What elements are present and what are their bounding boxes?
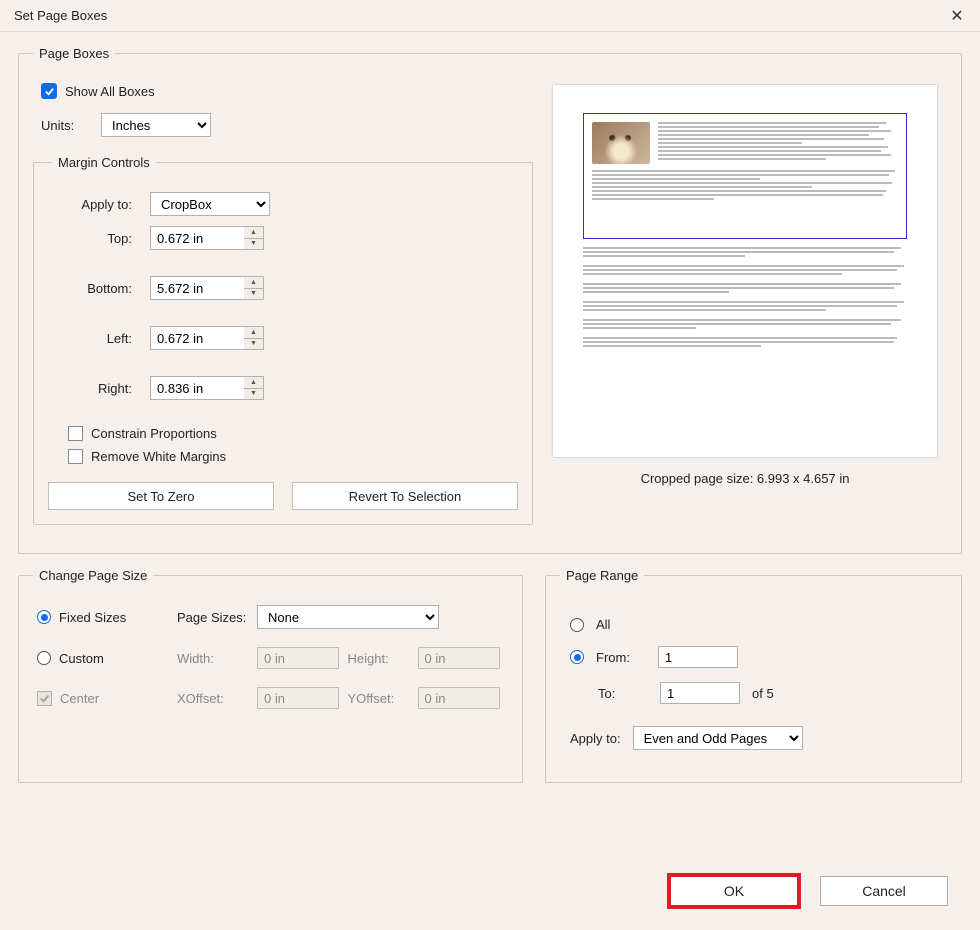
- left-spin-up[interactable]: ▲: [244, 326, 264, 338]
- revert-button[interactable]: Revert To Selection: [292, 482, 518, 510]
- apply-to-label-range: Apply to:: [570, 731, 621, 746]
- center-label: Center: [60, 691, 99, 706]
- page-boxes-legend: Page Boxes: [33, 46, 115, 61]
- page-preview: Cropped page size: 6.993 x 4.657 in: [553, 85, 937, 486]
- preview-image: [592, 122, 650, 164]
- bottom-spin-up[interactable]: ▲: [244, 276, 264, 288]
- apply-to-range-select[interactable]: Even and Odd Pages: [633, 726, 803, 750]
- margin-controls-group: Margin Controls Apply to: CropBox Top: ▲: [33, 155, 533, 525]
- constrain-checkbox[interactable]: [68, 426, 83, 441]
- fixed-sizes-label: Fixed Sizes: [59, 610, 126, 625]
- xoffset-label: XOffset:: [177, 691, 257, 706]
- left-label: Left:: [56, 331, 140, 346]
- close-icon: ✕: [950, 6, 963, 26]
- right-spin-up[interactable]: ▲: [244, 376, 264, 388]
- change-size-legend: Change Page Size: [33, 568, 153, 583]
- show-all-boxes-label: Show All Boxes: [65, 84, 155, 99]
- to-label: To:: [598, 686, 648, 701]
- page-sizes-label: Page Sizes:: [177, 610, 257, 625]
- all-label: All: [596, 617, 610, 632]
- center-checkbox: [37, 691, 52, 706]
- remove-white-label: Remove White Margins: [91, 449, 226, 464]
- height-label: Height:: [348, 651, 418, 666]
- width-label: Width:: [177, 651, 257, 666]
- all-radio[interactable]: [570, 618, 584, 632]
- show-all-boxes-checkbox[interactable]: [41, 83, 57, 99]
- apply-to-select[interactable]: CropBox: [150, 192, 270, 216]
- from-radio[interactable]: [570, 650, 584, 664]
- change-page-size-group: Change Page Size Fixed Sizes Page Sizes:…: [18, 568, 523, 783]
- height-input: [418, 647, 500, 669]
- of-label: of 5: [752, 686, 774, 701]
- from-label: From:: [596, 650, 646, 665]
- left-spin-down[interactable]: ▼: [244, 338, 264, 351]
- units-label: Units:: [41, 118, 87, 133]
- check-icon: [39, 693, 50, 704]
- apply-to-label: Apply to:: [56, 197, 140, 212]
- ok-button[interactable]: OK: [670, 876, 798, 906]
- constrain-label: Constrain Proportions: [91, 426, 217, 441]
- to-input[interactable]: [660, 682, 740, 704]
- check-icon: [44, 86, 55, 97]
- custom-label: Custom: [59, 651, 104, 666]
- top-spin-up[interactable]: ▲: [244, 226, 264, 238]
- page-range-legend: Page Range: [560, 568, 644, 583]
- page-preview-page: [553, 85, 937, 457]
- xoffset-input: [257, 687, 339, 709]
- set-to-zero-button[interactable]: Set To Zero: [48, 482, 274, 510]
- yoffset-label: YOffset:: [348, 691, 418, 706]
- top-label: Top:: [56, 231, 140, 246]
- page-boxes-group: Page Boxes Show All Boxes Units: Inches …: [18, 46, 962, 554]
- bottom-spin-down[interactable]: ▼: [244, 288, 264, 301]
- width-input: [257, 647, 339, 669]
- right-spin-down[interactable]: ▼: [244, 388, 264, 401]
- cancel-button[interactable]: Cancel: [820, 876, 948, 906]
- units-select[interactable]: Inches: [101, 113, 211, 137]
- page-range-group: Page Range All From: To: of 5 Apply: [545, 568, 962, 783]
- close-button[interactable]: ✕: [934, 0, 980, 32]
- yoffset-input: [418, 687, 500, 709]
- margin-controls-legend: Margin Controls: [52, 155, 156, 170]
- right-label: Right:: [56, 381, 140, 396]
- window-title: Set Page Boxes: [14, 8, 107, 23]
- from-input[interactable]: [658, 646, 738, 668]
- cropbox-outline: [583, 113, 907, 239]
- preview-caption: Cropped page size: 6.993 x 4.657 in: [553, 471, 937, 486]
- remove-white-checkbox[interactable]: [68, 449, 83, 464]
- top-spin-down[interactable]: ▼: [244, 238, 264, 251]
- custom-radio[interactable]: [37, 651, 51, 665]
- fixed-sizes-radio[interactable]: [37, 610, 51, 624]
- titlebar: Set Page Boxes ✕: [0, 0, 980, 32]
- page-sizes-select[interactable]: None: [257, 605, 439, 629]
- bottom-label: Bottom:: [56, 281, 140, 296]
